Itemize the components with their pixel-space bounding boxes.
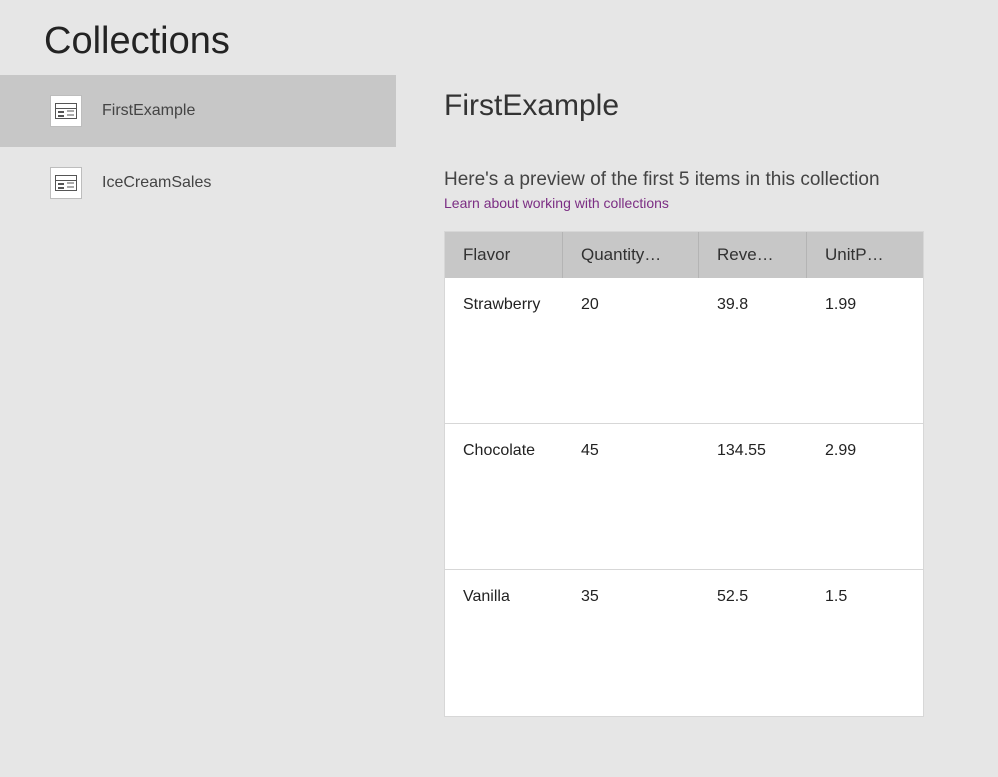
cell-flavor: Strawberry (445, 296, 563, 314)
cell-unitprice: 1.99 (807, 296, 923, 314)
table-header-revenue[interactable]: Reve… (699, 232, 807, 278)
sidebar-item-label: FirstExample (102, 102, 195, 120)
cell-revenue: 39.8 (699, 296, 807, 314)
table-row[interactable]: Vanilla 35 52.5 1.5 (445, 570, 923, 716)
table-header-row: Flavor Quantity… Reve… UnitP… (445, 232, 923, 278)
table-row[interactable]: Chocolate 45 134.55 2.99 (445, 424, 923, 570)
collection-icon (50, 167, 82, 199)
sidebar-item-icecreamsales[interactable]: IceCreamSales (0, 147, 396, 219)
cell-flavor: Vanilla (445, 588, 563, 606)
workspace: FirstExample IceCreamSales FirstExample … (0, 75, 998, 717)
table-header-unitprice[interactable]: UnitP… (807, 232, 923, 278)
cell-revenue: 134.55 (699, 442, 807, 460)
collections-sidebar: FirstExample IceCreamSales (0, 75, 396, 717)
preview-table: Flavor Quantity… Reve… UnitP… Strawberry… (444, 231, 924, 717)
preview-description: Here's a preview of the first 5 items in… (444, 169, 968, 191)
detail-pane: FirstExample Here's a preview of the fir… (396, 75, 998, 717)
cell-quantity: 35 (563, 588, 699, 606)
table-row[interactable]: Strawberry 20 39.8 1.99 (445, 278, 923, 424)
cell-quantity: 45 (563, 442, 699, 460)
cell-flavor: Chocolate (445, 442, 563, 460)
collection-icon (50, 95, 82, 127)
sidebar-item-label: IceCreamSales (102, 174, 211, 192)
table-header-flavor[interactable]: Flavor (445, 232, 563, 278)
cell-revenue: 52.5 (699, 588, 807, 606)
table-header-quantity[interactable]: Quantity… (563, 232, 699, 278)
cell-quantity: 20 (563, 296, 699, 314)
learn-link[interactable]: Learn about working with collections (444, 195, 669, 211)
page-title: Collections (0, 0, 998, 75)
sidebar-item-firstexample[interactable]: FirstExample (0, 75, 396, 147)
detail-title: FirstExample (444, 89, 968, 123)
cell-unitprice: 1.5 (807, 588, 923, 606)
cell-unitprice: 2.99 (807, 442, 923, 460)
